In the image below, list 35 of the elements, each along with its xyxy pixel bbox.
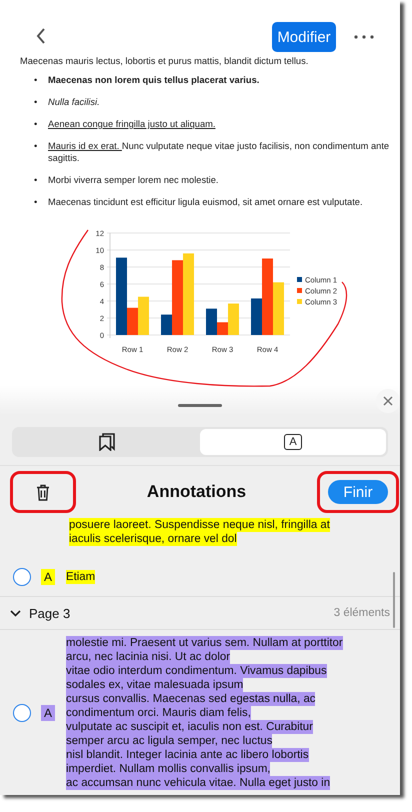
- bullet-item: Maecenas tincidunt est efficitur ligula euismod, sit amet ornare est vulputate.: [48, 196, 363, 208]
- close-button[interactable]: [376, 389, 400, 413]
- more-icon[interactable]: [354, 35, 374, 39]
- bullet-marker: •: [34, 96, 38, 108]
- close-icon[interactable]: [383, 396, 393, 406]
- edit-button[interactable]: Modifier: [272, 22, 336, 52]
- bullet-item: Mauris id ex erat. Nunc vulputate neque vitae justo facilisis, non condimentum ante sagittis.: [48, 140, 390, 164]
- select-radio[interactable]: [13, 568, 31, 586]
- highlight-marker: A: [41, 705, 56, 721]
- bullet-item: Morbi viverra semper lorem nec molestie.: [48, 174, 218, 186]
- scrollbar[interactable]: [393, 572, 395, 628]
- legend-swatch: [297, 288, 302, 293]
- bullet-marker: •: [34, 74, 38, 86]
- bullet-marker: •: [34, 174, 38, 186]
- chevron-icon[interactable]: [10, 610, 21, 616]
- drag-handle[interactable]: [178, 404, 222, 407]
- bullet-item: Nulla facilisi.: [48, 96, 100, 108]
- bullet-marker: •: [34, 196, 38, 208]
- legend-swatch: [297, 299, 302, 304]
- annotations-tab[interactable]: A: [200, 429, 386, 455]
- bullet-item: Maecenas non lorem quis tellus placerat varius.: [48, 74, 260, 86]
- select-radio[interactable]: [13, 704, 31, 722]
- bookmarks-icon[interactable]: [99, 433, 115, 451]
- document-paragraph: Maecenas mauris lectus, lobortis et purus mattis, blandit dictum tellus.: [20, 56, 310, 66]
- bullet-marker: •: [34, 118, 38, 130]
- bullet-item: Aenean congue fringilla justo ut aliquam.: [48, 118, 216, 130]
- chart-bar: [138, 296, 149, 335]
- panel-title: Annotations: [146, 482, 246, 502]
- highlight-marker: A: [41, 569, 56, 585]
- section-title[interactable]: Page 3: [29, 606, 70, 620]
- bullet-marker: •: [34, 140, 38, 153]
- legend-swatch: [297, 277, 302, 282]
- back-icon[interactable]: [36, 28, 46, 44]
- done-button[interactable]: Finir: [328, 480, 388, 504]
- item-count: 3 éléments: [334, 607, 390, 619]
